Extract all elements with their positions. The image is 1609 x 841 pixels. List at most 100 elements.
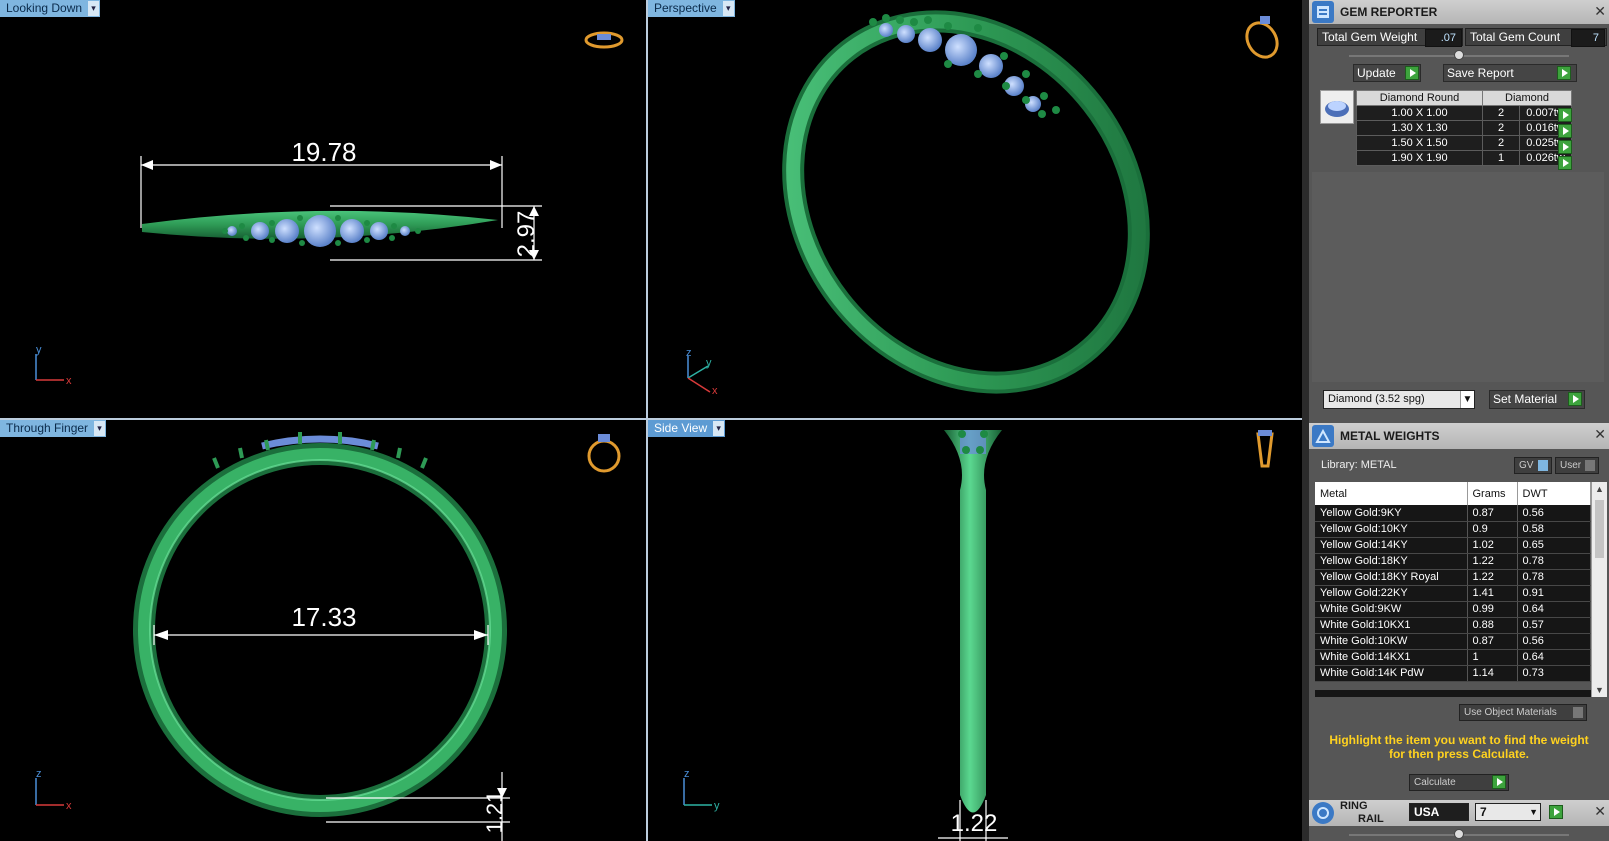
viewport-label-through-finger[interactable]: Through Finger ▾ — [0, 420, 107, 437]
side-panel: GEM REPORTER ✕ Total Gem Weight .07 Tota… — [1306, 0, 1609, 841]
calculate-hint: Highlight the item you want to find the … — [1329, 733, 1589, 761]
gem-row-go-icon[interactable] — [1558, 140, 1572, 154]
svg-text:y: y — [36, 344, 42, 356]
viewport-side-view[interactable]: 1.22 z y Side View ▾ — [648, 420, 1302, 841]
dim-thickness-text: 1.21 — [482, 791, 507, 834]
metal-col-header: Metal — [1315, 482, 1468, 505]
dim-width-text: 19.78 — [291, 137, 356, 167]
metal-row[interactable]: Yellow Gold:10KY 0.9 0.58 — [1315, 521, 1591, 538]
svg-text:z: z — [684, 768, 690, 780]
chevron-down-icon[interactable]: ▾ — [88, 1, 100, 16]
nav-cube-icon-bottom-right[interactable] — [1256, 430, 1274, 468]
metal-row[interactable]: Yellow Gold:9KY 0.87 0.56 — [1315, 505, 1591, 522]
close-icon[interactable]: ✕ — [1594, 803, 1606, 820]
close-icon[interactable]: ✕ — [1594, 3, 1606, 20]
chevron-down-icon[interactable]: ▼ — [1595, 685, 1604, 695]
ring-rail-header: RING RAIL USA 7 ▼ ✕ — [1309, 800, 1609, 826]
viewport-label-looking-down[interactable]: Looking Down ▾ — [0, 0, 101, 17]
close-icon[interactable]: ✕ — [1594, 426, 1606, 443]
dim-inner-diameter-text: 17.33 — [291, 602, 356, 632]
viewport-label-perspective[interactable]: Perspective ▾ — [648, 0, 735, 17]
calculate-go-icon[interactable] — [1492, 775, 1506, 789]
gv-toggle[interactable]: GV — [1514, 457, 1552, 474]
save-report-go-icon[interactable] — [1557, 66, 1571, 80]
chevron-down-icon[interactable]: ▾ — [722, 1, 734, 16]
ring-size-select[interactable]: 7 ▼ — [1475, 803, 1541, 821]
gem-slider-handle[interactable] — [1454, 50, 1464, 60]
nav-cube-icon-top-left[interactable] — [584, 31, 624, 49]
metal-col-header: Grams — [1467, 482, 1518, 505]
use-object-materials-checkbox[interactable] — [1573, 707, 1583, 718]
metal-row[interactable]: White Gold:14KX1 1 0.64 — [1315, 649, 1591, 666]
ring-rail-icon — [1312, 802, 1334, 824]
metal-row[interactable]: Yellow Gold:18KY Royal 1.22 0.78 — [1315, 569, 1591, 586]
gem-col-header: Diamond Round — [1355, 90, 1484, 106]
viewport-label-side-view[interactable]: Side View ▾ — [648, 420, 726, 437]
library-label: Library: METAL — [1321, 459, 1397, 471]
chevron-up-icon[interactable]: ▲ — [1595, 484, 1604, 494]
axis-triad-bottom-right: z y — [683, 768, 720, 812]
gem-row[interactable]: 1.90 X 1.90 1 0.026tw — [1355, 150, 1572, 166]
metal-row[interactable]: White Gold:9KW 0.99 0.64 — [1315, 601, 1591, 618]
use-object-materials-toggle[interactable]: Use Object Materials — [1459, 704, 1587, 721]
viewport-perspective[interactable]: z y x Perspective ▾ — [648, 0, 1302, 418]
dim-side-width-text: 1.22 — [951, 810, 998, 837]
viewport-label-text: Perspective — [654, 1, 717, 15]
svg-text:y: y — [706, 357, 712, 369]
gem-table: Diamond Round Diamond 1.00 X 1.00 2 0.00… — [1355, 90, 1572, 166]
axis-triad-top-left: y x — [35, 344, 72, 387]
metal-weights-header: METAL WEIGHTS ✕ — [1309, 423, 1609, 449]
chevron-down-icon[interactable]: ▾ — [94, 421, 106, 436]
material-select[interactable]: Diamond (3.52 spg) — [1323, 390, 1475, 409]
gem-row[interactable]: 1.00 X 1.00 2 0.007tw — [1355, 105, 1572, 121]
perspective-canvas: z y x — [686, 10, 1283, 397]
country-field[interactable]: USA — [1409, 803, 1469, 821]
gem-col-header: Diamond — [1482, 90, 1572, 106]
user-checkbox[interactable] — [1585, 460, 1595, 471]
looking-down-canvas: 19.78 2.97 y x — [35, 31, 624, 387]
chevron-down-icon[interactable]: ▼ — [1460, 391, 1474, 408]
ring-rail-slider-handle[interactable] — [1454, 829, 1464, 839]
metal-row[interactable]: White Gold:14K PdW 1.14 0.73 — [1315, 665, 1591, 682]
svg-text:x: x — [712, 385, 718, 397]
chevron-down-icon[interactable]: ▾ — [713, 421, 725, 436]
through-finger-canvas: 17.33 1.21 z x — [35, 432, 621, 841]
gem-row[interactable]: 1.50 X 1.50 2 0.025tw — [1355, 135, 1572, 151]
viewport-looking-down[interactable]: 19.78 2.97 y x Looking Down ▾ — [0, 0, 646, 418]
chevron-down-icon[interactable]: ▼ — [1529, 804, 1538, 820]
gem-row-go-icon[interactable] — [1558, 124, 1572, 138]
gv-checkbox[interactable] — [1538, 460, 1548, 471]
scrollbar-thumb[interactable] — [1595, 500, 1604, 558]
viewport-through-finger[interactable]: 17.33 1.21 z x Through Finger ▾ — [0, 420, 646, 841]
viewport-label-text: Looking Down — [6, 1, 83, 15]
gem-row-go-icon[interactable] — [1558, 108, 1572, 122]
axis-triad-top-right: z y x — [686, 347, 718, 397]
svg-text:z: z — [36, 768, 42, 780]
user-toggle[interactable]: User — [1555, 457, 1599, 474]
metal-row[interactable]: White Gold:10KX1 0.88 0.57 — [1315, 617, 1591, 634]
total-gem-count-value: 7 — [1571, 29, 1605, 47]
nav-cube-icon-bottom-left[interactable] — [587, 434, 621, 473]
svg-text:z: z — [686, 347, 692, 359]
metal-row[interactable]: Yellow Gold:22KY 1.41 0.91 — [1315, 585, 1591, 602]
metal-row[interactable]: White Gold:10KW 0.87 0.56 — [1315, 633, 1591, 650]
svg-text:x: x — [66, 800, 72, 812]
axis-triad-bottom-left: z x — [35, 768, 72, 812]
metal-row[interactable]: Yellow Gold:14KY 1.02 0.65 — [1315, 537, 1591, 554]
svg-text:y: y — [714, 800, 720, 812]
viewport-label-text: Through Finger — [6, 421, 89, 435]
ring-rail-go-icon[interactable] — [1549, 805, 1563, 819]
nav-cube-icon-top-right[interactable] — [1241, 16, 1283, 63]
metal-col-header: DWT — [1517, 482, 1591, 505]
ring-side-shape — [944, 430, 1002, 813]
gem-reporter-header: GEM REPORTER ✕ — [1309, 0, 1609, 24]
metal-table: Metal Grams DWT Yellow Gold:9KY 0.87 0.56 … — [1315, 482, 1591, 682]
diamond-gem-icon — [1320, 90, 1354, 124]
update-go-icon[interactable] — [1405, 66, 1419, 80]
gem-row[interactable]: 1.30 X 1.30 2 0.016tw — [1355, 120, 1572, 136]
metal-row[interactable]: Yellow Gold:18KY 1.22 0.78 — [1315, 553, 1591, 570]
metal-table-scrollbar[interactable]: ▲ ▼ — [1591, 482, 1607, 697]
set-material-go-icon[interactable] — [1568, 392, 1582, 406]
metal-weights-title: METAL WEIGHTS — [1340, 429, 1440, 443]
gem-row-go-icon[interactable] — [1558, 156, 1572, 170]
